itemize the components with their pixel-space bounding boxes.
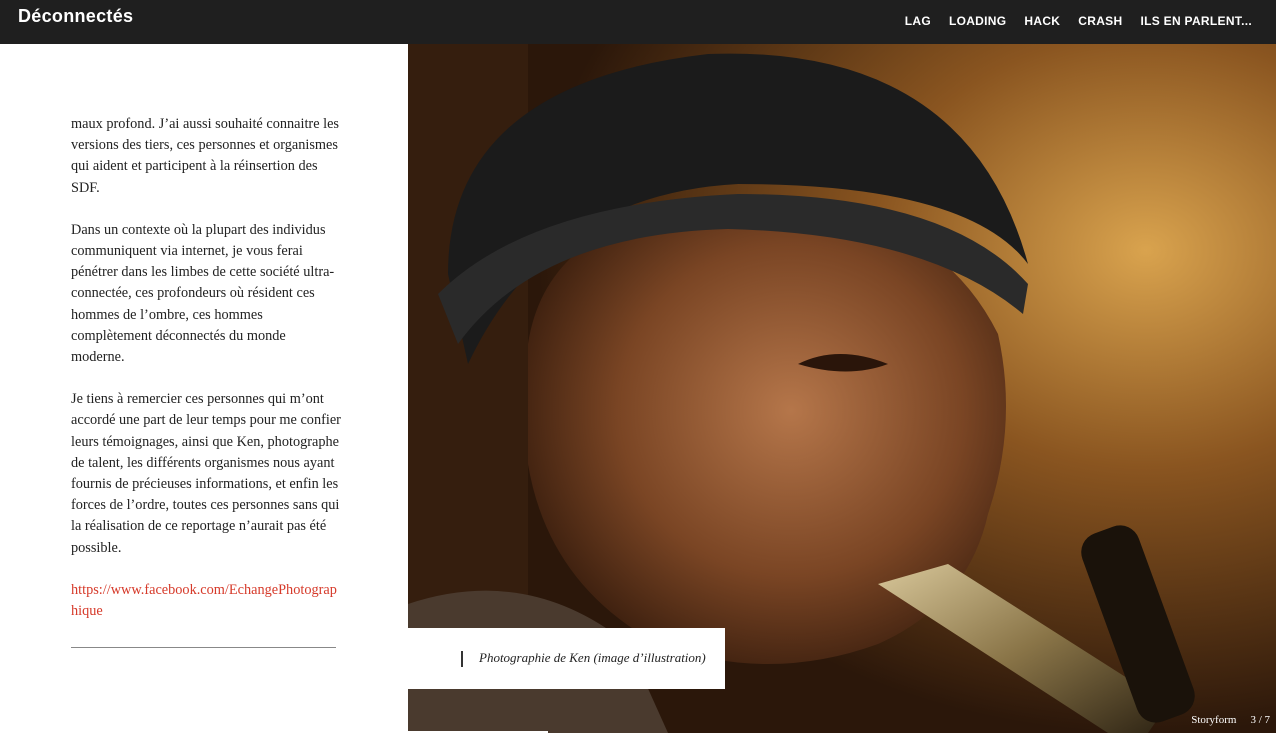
article-paragraph: maux profond. J’ai aussi souhaité connai… <box>71 116 339 196</box>
article-column: maux profond. J’ai aussi souhaité connai… <box>0 44 408 733</box>
article-paragraph: Dans un contexte où la plupart des indiv… <box>71 221 335 366</box>
site-title[interactable]: Déconnectés <box>18 6 133 27</box>
nav-item-lag[interactable]: LAG <box>905 14 931 28</box>
main-nav: LAG LOADING HACK CRASH ILS EN PARLENT... <box>905 14 1252 28</box>
top-navigation-bar: Déconnectés LAG LOADING HACK CRASH ILS E… <box>0 0 1276 44</box>
nav-item-hack[interactable]: HACK <box>1024 14 1060 28</box>
article-paragraph: Je tiens à remercier ces personnes qui m… <box>71 391 341 556</box>
nav-item-loading[interactable]: LOADING <box>949 14 1006 28</box>
photo-caption: Photographie de Ken (image d’illustratio… <box>408 628 725 689</box>
facebook-link[interactable]: https://www.facebook.com/EchangePhotogra… <box>71 580 341 622</box>
footer: Storyform 3 / 7 <box>1191 714 1270 726</box>
divider <box>71 647 336 648</box>
storyform-brand[interactable]: Storyform <box>1191 714 1236 726</box>
caption-text: Photographie de Ken (image d’illustratio… <box>479 650 706 665</box>
article-text: maux profond. J’ai aussi souhaité connai… <box>71 114 341 622</box>
nav-item-ils-en-parlent[interactable]: ILS EN PARLENT... <box>1140 14 1252 28</box>
page-indicator: 3 / 7 <box>1250 714 1270 726</box>
caption-marker <box>461 651 463 667</box>
nav-item-crash[interactable]: CRASH <box>1078 14 1122 28</box>
